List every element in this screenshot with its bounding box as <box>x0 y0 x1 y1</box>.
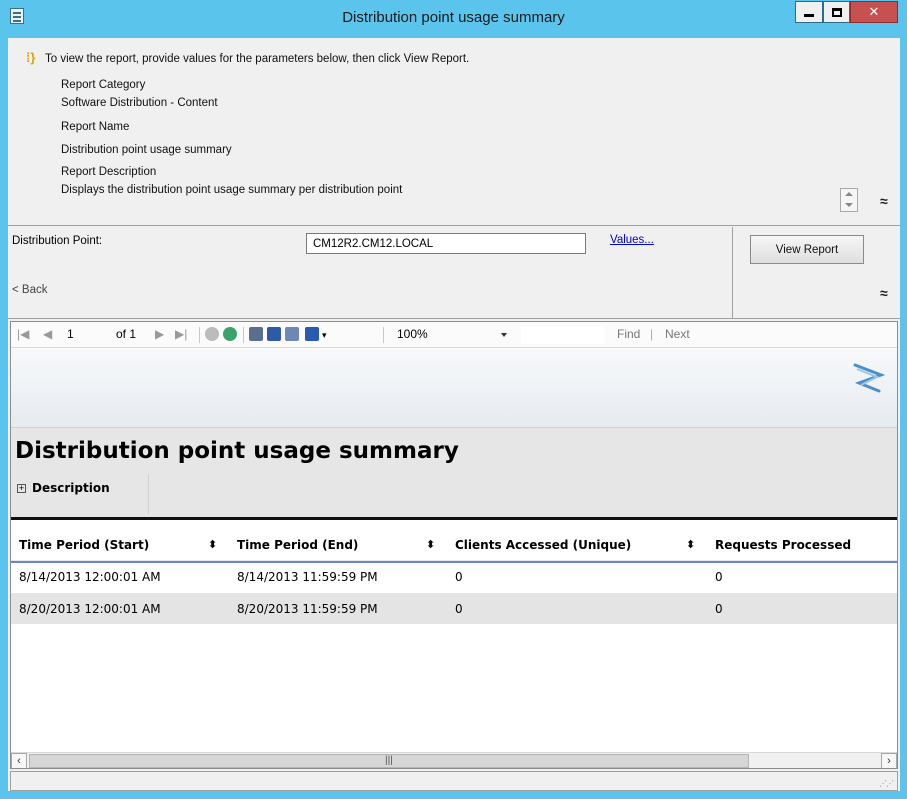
zoom-dropdown-icon <box>501 333 507 337</box>
close-icon: ✕ <box>868 4 880 19</box>
sort-icon[interactable]: ⬍ <box>426 538 435 551</box>
export-dropdown-icon[interactable]: ▾ <box>322 330 327 341</box>
row-divider <box>11 561 897 563</box>
report-viewer: |◀ ◀ 1 of 1 ▶ ▶| ▾ 100% Find | Next Dist… <box>10 321 898 769</box>
table-row: 8/20/2013 12:00:01 AM 8/20/2013 11:59:59… <box>11 593 897 624</box>
report-title: Distribution point usage summary <box>15 438 459 464</box>
table-row: 8/14/2013 12:00:01 AM 8/14/2013 11:59:59… <box>11 561 897 592</box>
minimize-button[interactable] <box>795 1 823 23</box>
info-icon: ⁞} <box>26 50 36 65</box>
name-value: Distribution point usage summary <box>61 144 232 156</box>
scroll-right-icon[interactable]: › <box>881 753 897 768</box>
scroll-spinner[interactable] <box>840 188 858 212</box>
find-input[interactable] <box>520 325 606 345</box>
client-area: ⁞} To view the report, provide values fo… <box>8 38 900 791</box>
export-icon[interactable] <box>305 327 319 341</box>
print-icon[interactable] <box>249 327 263 341</box>
table-cell: 8/20/2013 12:00:01 AM <box>19 602 161 616</box>
table-cell: 8/14/2013 12:00:01 AM <box>19 570 161 584</box>
report-header-band <box>11 349 897 428</box>
description-toggle[interactable]: + Description <box>11 474 149 514</box>
stop-icon[interactable] <box>205 327 219 341</box>
table-cell: 0 <box>715 602 723 616</box>
zoom-value: 100% <box>397 327 428 341</box>
find-button[interactable]: Find <box>617 327 640 341</box>
print-layout-icon[interactable] <box>267 327 281 341</box>
values-link[interactable]: Values... <box>610 234 654 246</box>
table-header: Time Period (Start) ⬍ Time Period (End) … <box>11 531 897 561</box>
sort-icon[interactable]: ⬍ <box>686 538 695 551</box>
prev-page-icon[interactable]: ◀ <box>43 327 52 341</box>
table-cell: 0 <box>455 602 463 616</box>
collapse-params-icon[interactable]: ≈ <box>880 285 888 301</box>
instruction-text: To view the report, provide values for t… <box>45 53 470 65</box>
table-cell: 8/20/2013 11:59:59 PM <box>237 602 378 616</box>
distribution-point-label: Distribution Point: <box>12 235 103 247</box>
distribution-point-input[interactable] <box>306 233 586 254</box>
parameters-panel: Distribution Point: Values... View Repor… <box>8 227 900 319</box>
page-setup-icon[interactable] <box>285 327 299 341</box>
zoom-select[interactable]: 100% <box>391 325 515 345</box>
find-next-button[interactable]: Next <box>665 327 690 341</box>
report-info-panel: ⁞} To view the report, provide values fo… <box>8 38 900 226</box>
minimize-icon <box>804 13 814 17</box>
table-cell: 8/14/2013 11:59:59 PM <box>237 570 378 584</box>
report-window: Distribution point usage summary ✕ ⁞} To… <box>0 0 907 799</box>
category-value: Software Distribution - Content <box>61 97 218 109</box>
description-label: Report Description <box>61 166 157 178</box>
horizontal-scrollbar[interactable]: ‹ ||| › <box>11 752 897 768</box>
status-bar: ⋰⋰ <box>10 771 898 791</box>
report-title-band: Distribution point usage summary + Descr… <box>11 428 897 520</box>
toolbar-separator <box>383 327 384 343</box>
page-count: of 1 <box>116 327 137 341</box>
maximize-icon <box>831 7 842 17</box>
maximize-button[interactable] <box>823 1 850 23</box>
find-separator: | <box>650 327 654 341</box>
title-bar: Distribution point usage summary ✕ <box>0 0 907 38</box>
name-label: Report Name <box>61 121 130 133</box>
scroll-thumb[interactable]: ||| <box>29 754 749 768</box>
view-report-button[interactable]: View Report <box>750 235 864 264</box>
category-label: Report Category <box>61 79 146 91</box>
table-cell: 0 <box>455 570 463 584</box>
page-number-input[interactable]: 1 <box>67 327 74 341</box>
last-page-icon[interactable]: ▶| <box>175 327 187 341</box>
column-header-clients[interactable]: Clients Accessed (Unique) <box>455 538 631 552</box>
description-toggle-label: Description <box>32 481 110 495</box>
toolbar-separator <box>199 327 200 343</box>
params-divider <box>732 227 733 319</box>
column-header-requests[interactable]: Requests Processed <box>715 538 851 552</box>
back-link[interactable]: < Back <box>12 284 47 296</box>
next-page-icon[interactable]: ▶ <box>155 327 164 341</box>
sort-icon[interactable]: ⬍ <box>208 538 217 551</box>
configmgr-logo-icon <box>853 363 885 393</box>
grip-icon: ||| <box>385 755 393 766</box>
close-button[interactable]: ✕ <box>850 1 898 23</box>
viewer-toolbar: |◀ ◀ 1 of 1 ▶ ▶| ▾ 100% Find | Next <box>11 322 897 348</box>
window-title: Distribution point usage summary <box>342 9 565 26</box>
table-cell: 0 <box>715 570 723 584</box>
first-page-icon[interactable]: |◀ <box>17 327 29 341</box>
column-header-end[interactable]: Time Period (End) <box>237 538 358 552</box>
toolbar-separator <box>243 327 244 343</box>
description-value: Displays the distribution point usage su… <box>61 184 403 196</box>
refresh-icon[interactable] <box>223 327 237 341</box>
resize-grip-icon[interactable]: ⋰⋰ <box>879 779 894 788</box>
collapse-info-icon[interactable]: ≈ <box>880 193 888 209</box>
column-header-start[interactable]: Time Period (Start) <box>19 538 149 552</box>
scroll-left-icon[interactable]: ‹ <box>11 753 27 768</box>
expand-plus-icon: + <box>17 483 26 493</box>
